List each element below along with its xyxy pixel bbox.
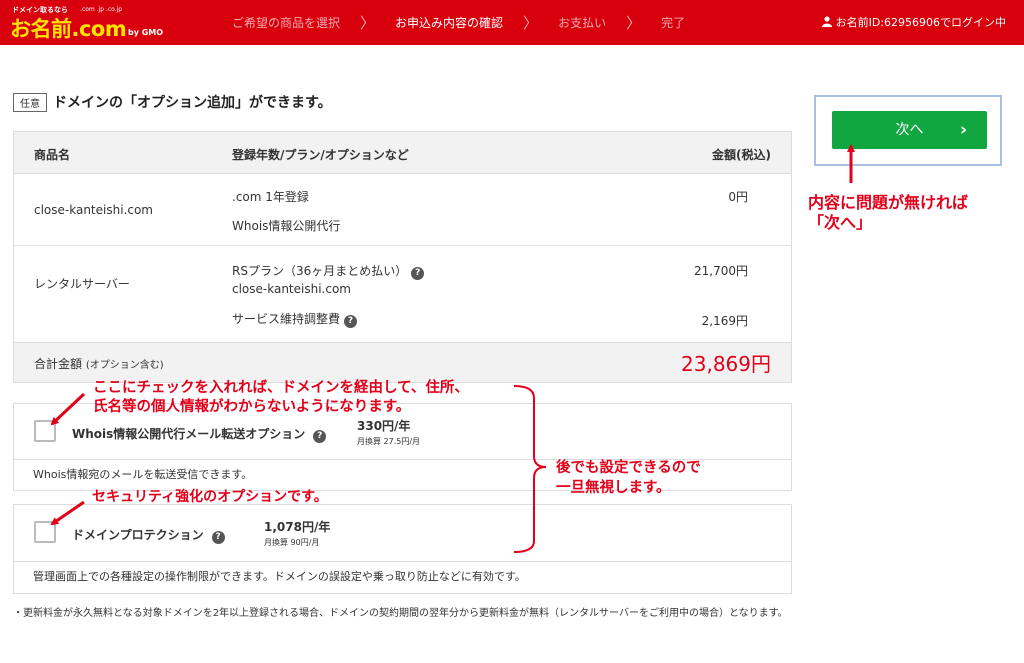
plan-detail-line: RSプラン（36ヶ月まとめ払い）? — [232, 262, 425, 280]
option-domain-protection: ドメインプロテクション? 1,078円/年 月換算 90円/月 管理画面上での各… — [13, 504, 792, 594]
table-row: レンタルサーバー RSプラン（36ヶ月まとめ払い）? close-kanteis… — [14, 246, 791, 343]
page-title: ドメインの「オプション追加」ができます。 — [53, 95, 332, 111]
optional-badge: 任意 — [13, 92, 47, 112]
chevron-right-icon: 〉 — [626, 14, 642, 32]
plan-option: Whois情報公開代行 — [232, 219, 341, 233]
section-title: 任意 ドメインの「オプション追加」ができます。 — [13, 92, 332, 112]
onamae-logo[interactable]: ドメイン取るなら .com .jp .co.jp お名前.com by GMO — [10, 5, 164, 41]
option-monthly-price: 月換算 90円/月 — [264, 538, 320, 547]
price: 2,169円 — [701, 314, 748, 328]
total-label: 合計金額 — [34, 357, 83, 371]
option-name-line: ドメインプロテクション? — [72, 526, 225, 544]
logo-gmo: by GMO — [128, 28, 164, 37]
person-icon — [821, 16, 832, 27]
plan-domain: close-kanteishi.com — [232, 282, 351, 296]
logo-tlds: .com .jp .co.jp — [80, 6, 123, 13]
header-price: 金額(税込) — [712, 148, 771, 162]
header-product: 商品名 — [34, 148, 71, 162]
product-name: レンタルサーバー — [34, 277, 130, 291]
annotation-text: 氏名等の個人情報がわからないようになります。 — [93, 399, 411, 415]
option-name-line: Whois情報公開代行メール転送オプション? — [72, 425, 327, 443]
table-row: close-kanteishi.com .com 1年登録 0円 Whois情報… — [14, 174, 791, 246]
plan-fee-line: サービス維持調整費? — [232, 310, 358, 328]
step-select: ご希望の商品を選択 — [232, 16, 341, 30]
help-icon[interactable]: ? — [211, 531, 225, 544]
help-icon[interactable]: ? — [344, 315, 358, 328]
total-amount: 23,869円 — [681, 352, 771, 376]
plan-fee: サービス維持調整費 — [232, 312, 341, 326]
domain-protection-checkbox[interactable] — [34, 521, 56, 543]
option-price: 330円/年 — [357, 419, 411, 433]
plan-detail: RSプラン（36ヶ月まとめ払い） — [232, 264, 408, 278]
step-payment: お支払い — [558, 16, 607, 30]
logo-name: お名前.com — [10, 17, 127, 41]
annotation-ignore: 後でも設定できるので 一旦無視します。 — [556, 458, 701, 498]
chevron-right-icon: 〉 — [360, 14, 376, 32]
annotation-text: 内容に問題が無ければ — [808, 193, 969, 212]
product-name: close-kanteishi.com — [34, 203, 153, 217]
total-row: 合計金額 (オプション含む) 23,869円 — [14, 343, 791, 382]
annotation-whois: ここにチェックを入れれば、ドメインを経由して、住所、 氏名等の個人情報がわからな… — [93, 379, 469, 417]
total-label-wrap: 合計金額 (オプション含む) — [34, 355, 164, 372]
header-plan: 登録年数/プラン/オプションなど — [232, 148, 409, 162]
next-button[interactable]: 次へ › — [832, 111, 987, 149]
option-name: Whois情報公開代行メール転送オプション — [72, 427, 306, 441]
help-icon[interactable]: ? — [411, 267, 425, 280]
whois-mail-forwarding-checkbox[interactable] — [34, 420, 56, 442]
total-note: (オプション含む) — [85, 360, 164, 371]
price: 0円 — [728, 190, 748, 204]
annotation-text: 後でも設定できるので — [556, 460, 701, 476]
next-button-label: 次へ — [895, 122, 924, 138]
price: 21,700円 — [694, 264, 748, 278]
login-text: お名前ID:62956906でログイン中 — [835, 16, 1006, 29]
checkout-steps: ご希望の商品を選択 〉 お申込み内容の確認 〉 お支払い 〉 完了 — [232, 0, 685, 45]
chevron-right-icon: 〉 — [523, 14, 539, 32]
annotation-text: 一旦無視します。 — [556, 480, 671, 496]
help-icon[interactable]: ? — [313, 430, 327, 443]
step-complete: 完了 — [661, 16, 686, 30]
annotation-text: ここにチェックを入れれば、ドメインを経由して、住所、 — [93, 380, 469, 396]
chevron-right-icon: › — [959, 120, 967, 140]
option-monthly-price: 月換算 27.5円/月 — [357, 437, 421, 446]
option-description: 管理画面上での各種設定の操作制限ができます。ドメインの誤設定や乗っ取り防止などに… — [14, 561, 791, 593]
option-price: 1,078円/年 — [264, 520, 331, 534]
table-header: 商品名 登録年数/プラン/オプションなど 金額(税込) — [14, 132, 791, 174]
site-header: ドメイン取るなら .com .jp .co.jp お名前.com by GMO … — [0, 0, 1024, 45]
annotation-text: 「次へ」 — [808, 213, 873, 232]
annotation-next: 内容に問題が無ければ 「次へ」 — [808, 193, 968, 233]
login-status: お名前ID:62956906でログイン中 — [821, 14, 1006, 30]
option-name: ドメインプロテクション — [72, 528, 204, 542]
plan-detail: .com 1年登録 — [232, 190, 309, 204]
order-summary-table: 商品名 登録年数/プラン/オプションなど 金額(税込) close-kantei… — [13, 131, 792, 383]
annotation-protection: セキュリティ強化のオプションです。 — [92, 489, 328, 505]
step-confirm: お申込み内容の確認 — [395, 16, 504, 30]
footnote: ・更新料金が永久無料となる対象ドメインを2年以上登録される場合、ドメインの契約期… — [13, 608, 788, 619]
